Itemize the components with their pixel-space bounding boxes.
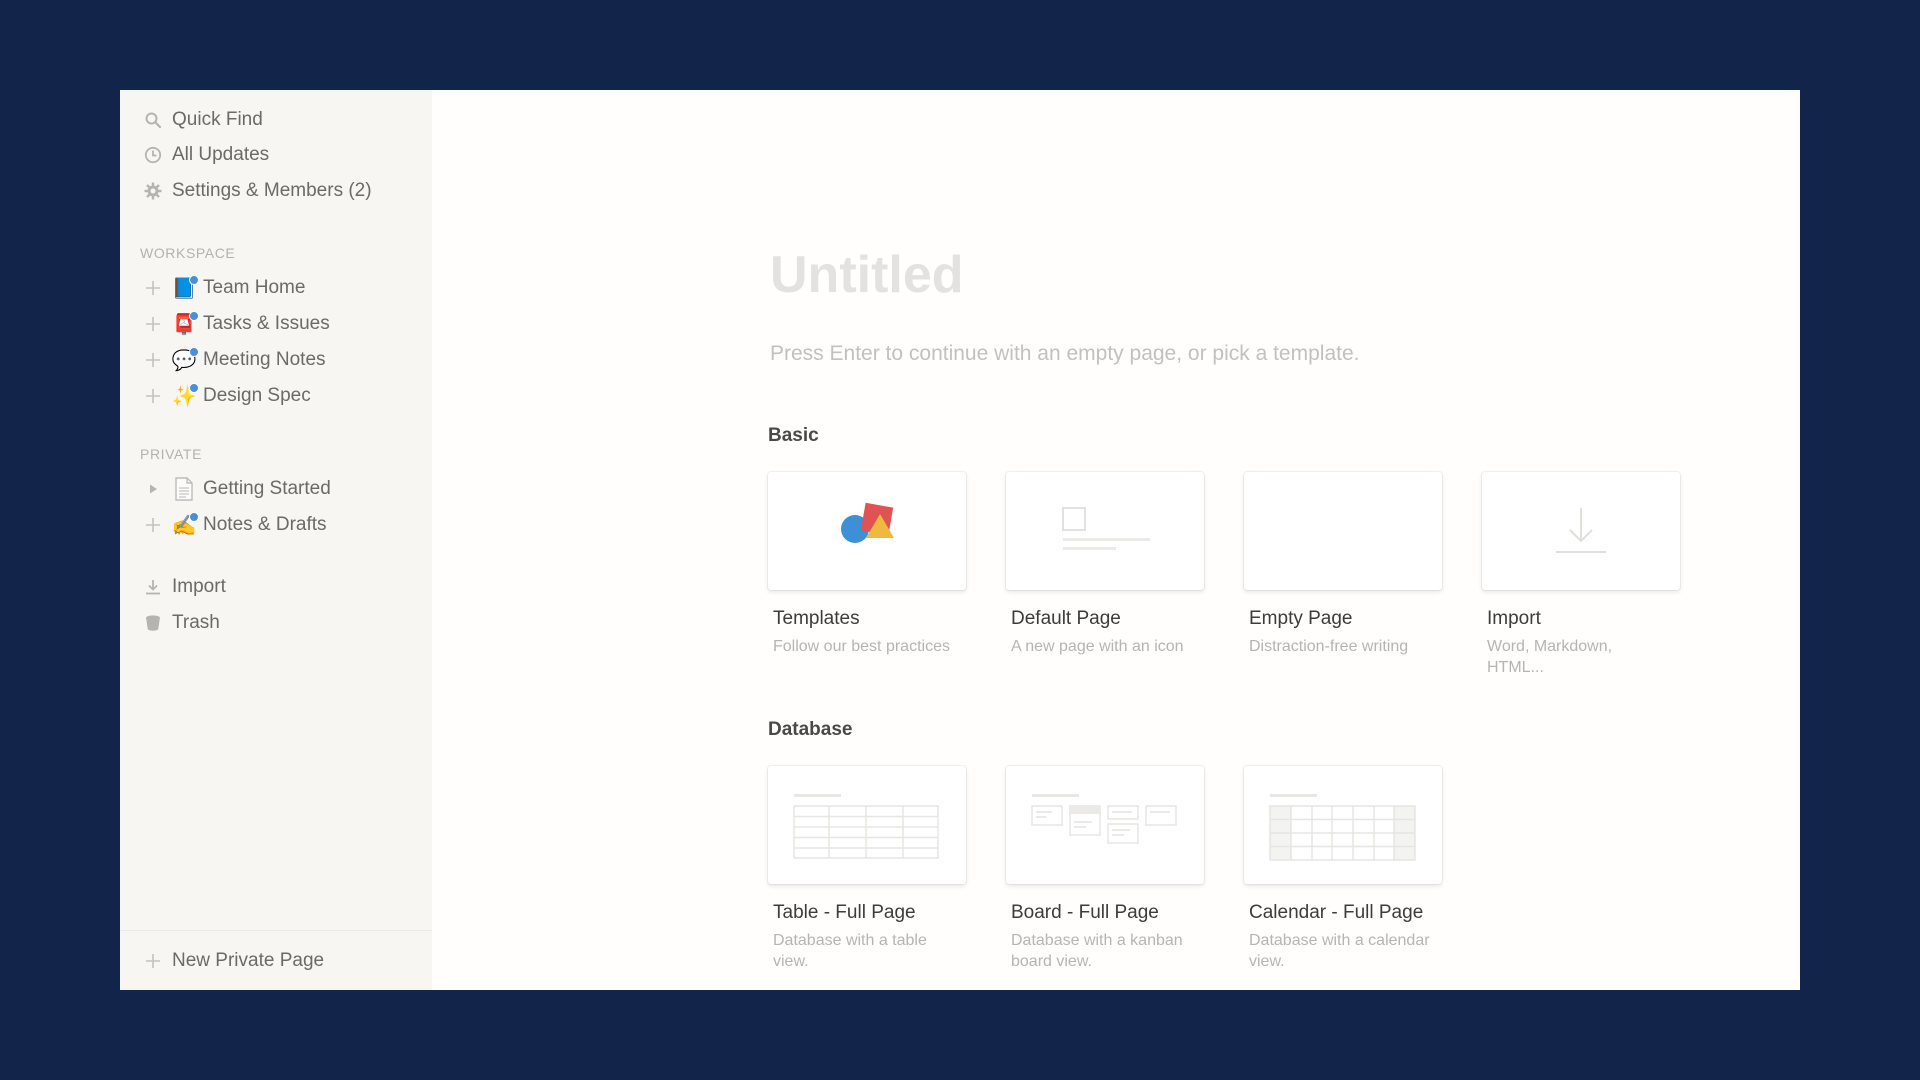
- card-name: Default Page: [1011, 608, 1121, 629]
- plus-icon[interactable]: [142, 277, 164, 299]
- sidebar-item-quick-find[interactable]: Quick Find: [120, 103, 432, 137]
- template-card-templates[interactable]: Templates Follow our best practices: [768, 472, 966, 657]
- sidebar-item-import[interactable]: Import: [120, 570, 432, 604]
- empty-page-thumbnail: [1244, 472, 1442, 590]
- sidebar-item-getting-started[interactable]: Getting Started: [120, 472, 432, 506]
- import-thumbnail: [1482, 472, 1680, 590]
- sidebar-item-label: Design Spec: [203, 385, 311, 406]
- card-name: Table - Full Page: [773, 902, 916, 923]
- mailbox-icon: 📮: [171, 311, 199, 337]
- page-title-input[interactable]: Untitled: [770, 245, 964, 305]
- card-name: Import: [1487, 608, 1541, 629]
- template-card-calendar[interactable]: Calendar - Full Page Database with a cal…: [1244, 766, 1442, 972]
- templates-thumbnail: [768, 472, 966, 590]
- blue-book-icon: 📘: [171, 275, 199, 301]
- sidebar-item-label: Quick Find: [172, 109, 263, 130]
- card-name: Templates: [773, 608, 860, 629]
- card-description: Word, Markdown, HTML...: [1487, 638, 1613, 676]
- card-description: Follow our best practices: [773, 638, 950, 655]
- template-card-default-page[interactable]: Default Page A new page with an icon: [1006, 472, 1204, 657]
- plus-icon[interactable]: [142, 514, 164, 536]
- calendar-thumbnail: [1244, 766, 1442, 884]
- expand-triangle-icon[interactable]: [142, 478, 164, 500]
- template-card-import[interactable]: Import Word, Markdown, HTML...: [1482, 472, 1680, 678]
- sidebar-item-meeting-notes[interactable]: 💬 Meeting Notes: [120, 343, 432, 377]
- workspace-section-label: WORKSPACE: [140, 245, 236, 261]
- template-card-empty-page[interactable]: Empty Page Distraction-free writing: [1244, 472, 1442, 657]
- private-section-label: PRIVATE: [140, 446, 203, 462]
- import-icon: [142, 576, 164, 598]
- empty-page-hint: Press Enter to continue with an empty pa…: [770, 342, 1360, 365]
- card-description: Database with a calendar view.: [1249, 932, 1430, 970]
- new-private-page-label: New Private Page: [172, 950, 325, 971]
- speech-balloon-icon: 💬: [171, 347, 199, 373]
- plus-icon[interactable]: [142, 349, 164, 371]
- card-name: Calendar - Full Page: [1249, 902, 1424, 923]
- card-name: Empty Page: [1249, 608, 1353, 629]
- sidebar-item-design-spec[interactable]: ✨ Design Spec: [120, 379, 432, 413]
- sidebar-divider: [120, 930, 432, 931]
- template-card-board[interactable]: Board - Full Page Database with a kanban…: [1006, 766, 1204, 972]
- sidebar-item-label: Import: [172, 576, 226, 597]
- board-thumbnail: [1006, 766, 1204, 884]
- clock-icon: [142, 144, 164, 166]
- group-title-basic: Basic: [768, 425, 819, 446]
- sidebar-item-label: Settings & Members (2): [172, 180, 372, 201]
- card-name: Board - Full Page: [1011, 902, 1159, 923]
- group-title-database: Database: [768, 719, 853, 740]
- sidebar-item-label: Trash: [172, 612, 220, 633]
- writing-hand-icon: ✍️: [171, 512, 199, 538]
- plus-icon: [142, 950, 164, 972]
- sidebar-item-label: Meeting Notes: [203, 349, 326, 370]
- plus-icon[interactable]: [142, 313, 164, 335]
- sidebar-item-label: Getting Started: [203, 478, 331, 499]
- card-description: Distraction-free writing: [1249, 638, 1409, 655]
- search-icon: [142, 109, 164, 131]
- table-thumbnail: [768, 766, 966, 884]
- sidebar-item-label: Tasks & Issues: [203, 313, 330, 334]
- plus-icon[interactable]: [142, 385, 164, 407]
- sidebar-item-tasks-issues[interactable]: 📮 Tasks & Issues: [120, 307, 432, 341]
- sidebar-item-team-home[interactable]: 📘 Team Home: [120, 271, 432, 305]
- trash-icon: [142, 612, 164, 634]
- sidebar-item-label: Notes & Drafts: [203, 514, 327, 535]
- shapes-icon: [841, 502, 894, 543]
- sidebar-item-notes-drafts[interactable]: ✍️ Notes & Drafts: [120, 508, 432, 542]
- card-description: A new page with an icon: [1011, 638, 1184, 655]
- app-window: Quick Find All Updates Settings & Member…: [120, 90, 1800, 990]
- new-private-page-button[interactable]: New Private Page: [120, 944, 432, 978]
- default-page-thumbnail: [1006, 472, 1204, 590]
- sparkle-icon: ✨: [171, 383, 199, 409]
- sidebar-item-settings-members[interactable]: Settings & Members (2): [120, 174, 432, 208]
- sidebar-item-all-updates[interactable]: All Updates: [120, 138, 432, 172]
- gear-icon: [142, 180, 164, 202]
- template-card-table[interactable]: Table - Full Page Database with a table …: [768, 766, 966, 972]
- main-content: Untitled Press Enter to continue with an…: [432, 90, 1800, 990]
- page-icon: [171, 476, 197, 502]
- sidebar: Quick Find All Updates Settings & Member…: [120, 90, 432, 990]
- sidebar-item-trash[interactable]: Trash: [120, 606, 432, 640]
- card-description: Database with a kanban board view.: [1011, 932, 1183, 970]
- card-description: Database with a table view.: [773, 932, 927, 970]
- sidebar-item-label: Team Home: [203, 277, 306, 298]
- download-arrow-icon: [1556, 508, 1606, 553]
- sidebar-item-label: All Updates: [172, 144, 270, 165]
